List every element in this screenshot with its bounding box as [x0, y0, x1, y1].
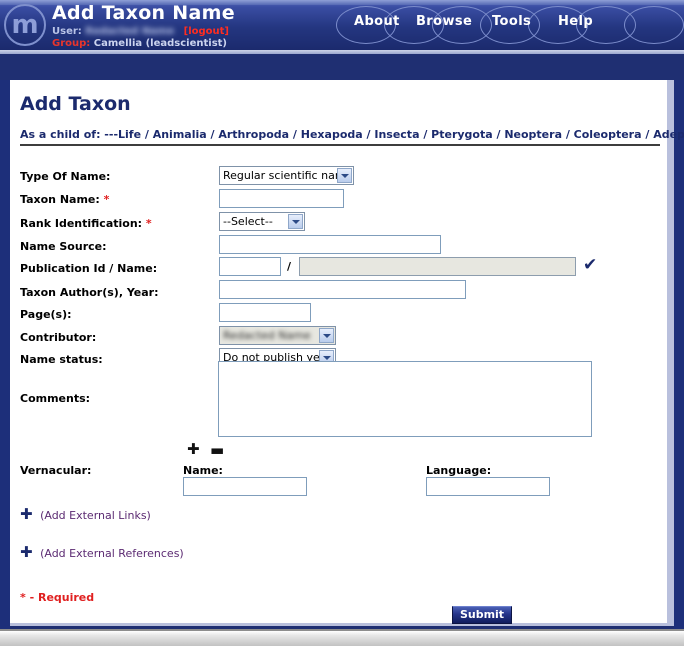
taxon-name-label: Taxon Name: * — [20, 193, 109, 206]
rank-identification-select[interactable]: --Select-- — [219, 212, 305, 231]
header-navy-band — [0, 54, 684, 80]
publication-name-input[interactable] — [299, 257, 576, 276]
remove-vernacular-row-minus-icon[interactable]: ▬ — [210, 443, 224, 458]
required-marker: * — [103, 193, 110, 206]
publication-confirm-check-icon[interactable]: ✔ — [583, 257, 597, 274]
type-of-name-select[interactable]: Regular scientific name — [219, 166, 354, 185]
type-of-name-select-value: Regular scientific name — [223, 169, 353, 182]
app-title: Add Taxon Name — [52, 2, 235, 24]
add-external-links-label: (Add External Links) — [40, 509, 151, 522]
contributor-select[interactable]: Redacted Name — [219, 326, 336, 345]
app-header: m Add Taxon Name User: Redacted Name [lo… — [0, 0, 684, 50]
submit-button[interactable]: Submit — [452, 606, 512, 624]
rank-identification-label-text: Rank Identification: — [20, 217, 143, 230]
site-logo-icon[interactable]: m — [4, 4, 46, 46]
plus-icon: ✚ — [20, 505, 33, 523]
publication-separator: / — [287, 260, 292, 273]
required-marker: * — [145, 217, 152, 230]
name-source-input[interactable] — [219, 235, 441, 254]
pages-input[interactable] — [219, 303, 311, 322]
main-nav: About Browse Tools Help — [336, 2, 684, 48]
footer-bar — [0, 631, 684, 646]
contributor-label: Contributor: — [20, 331, 97, 344]
vernacular-name-input[interactable] — [183, 477, 307, 496]
taxon-name-input[interactable] — [219, 189, 344, 208]
required-note: * - Required — [20, 591, 95, 604]
name-source-label: Name Source: — [20, 240, 107, 253]
add-external-references-link[interactable]: ✚ (Add External References) — [20, 543, 184, 561]
nav-item-about[interactable]: About — [354, 14, 400, 29]
chevron-down-icon — [288, 214, 303, 229]
taxon-name-label-text: Taxon Name: — [20, 193, 100, 206]
comments-textarea[interactable] — [218, 361, 592, 437]
group-label: Group: — [52, 38, 91, 49]
publication-id-input[interactable] — [219, 257, 281, 276]
taxon-authors-year-label: Taxon Author(s), Year: — [20, 286, 159, 299]
group-line: Group: Camellia (leadscientist) — [52, 36, 227, 49]
nav-item-list: About Browse Tools Help — [336, 2, 684, 48]
type-of-name-label: Type Of Name: — [20, 170, 111, 183]
vernacular-language-input[interactable] — [426, 477, 550, 496]
nav-item-tools[interactable]: Tools — [492, 14, 531, 29]
content-card: Add Taxon As a child of: ---Life / Anima… — [10, 80, 684, 624]
vernacular-name-label: Name: — [183, 464, 223, 477]
chevron-down-icon — [337, 168, 352, 183]
taxon-authors-year-input[interactable] — [219, 280, 466, 299]
add-external-links-link[interactable]: ✚ (Add External Links) — [20, 505, 151, 523]
add-taxon-form: Type Of Name: Regular scientific name Ta… — [10, 80, 667, 624]
name-status-label: Name status: — [20, 353, 103, 366]
app-root: m Add Taxon Name User: Redacted Name [lo… — [0, 0, 684, 646]
nav-item-help[interactable]: Help — [558, 14, 593, 29]
add-vernacular-row-plus-icon[interactable]: ✚ — [187, 442, 200, 457]
rank-identification-label: Rank Identification: * — [20, 217, 152, 230]
contributor-select-value: Redacted Name — [223, 329, 311, 342]
group-value: Camellia (leadscientist) — [93, 38, 228, 49]
user-value-redacted: Redacted Name — [85, 25, 175, 37]
plus-icon: ✚ — [20, 543, 33, 561]
comments-label: Comments: — [20, 392, 91, 405]
vernacular-label: Vernacular: — [20, 464, 92, 477]
publication-label: Publication Id / Name: — [20, 262, 158, 275]
nav-item-browse[interactable]: Browse — [416, 14, 472, 29]
pages-label: Page(s): — [20, 308, 72, 321]
vernacular-language-label: Language: — [426, 464, 492, 477]
chevron-down-icon — [319, 328, 334, 343]
rank-identification-select-value: --Select-- — [223, 215, 273, 228]
add-external-references-label: (Add External References) — [40, 547, 184, 560]
